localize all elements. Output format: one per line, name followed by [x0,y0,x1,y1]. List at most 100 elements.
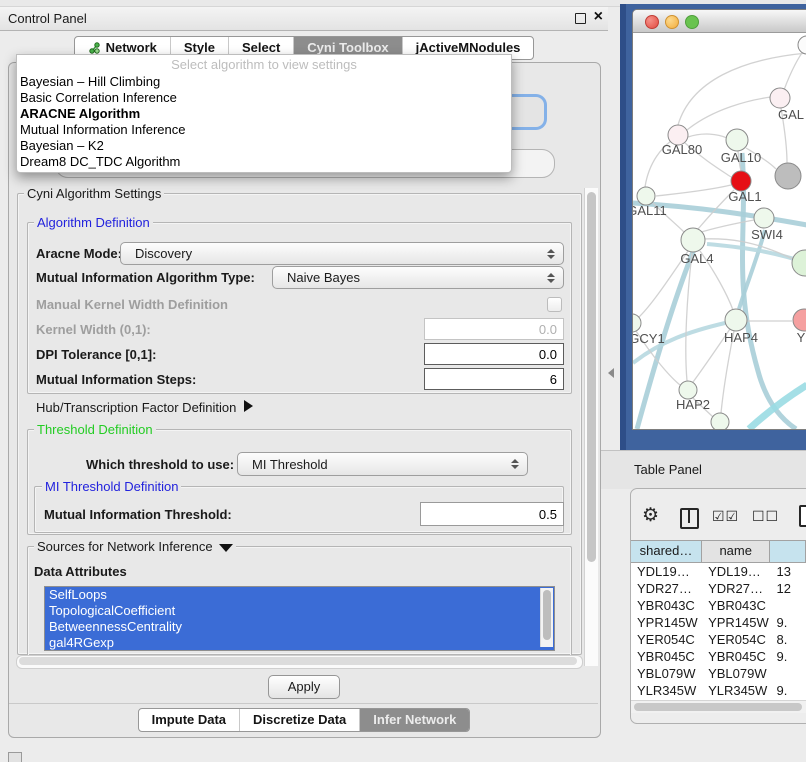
settings-hscroll-thumb[interactable] [19,657,577,665]
mi-threshold-group-title: MI Threshold Definition [42,479,181,494]
dropdown-item[interactable]: Mutual Information Inference [17,122,511,138]
dropdown-placeholder: Select algorithm to view settings [17,55,511,74]
zoom-traffic-light-icon[interactable] [685,15,699,29]
collapsed-panel-icon[interactable] [8,752,22,762]
attributes-list-scrollbar[interactable] [540,588,553,647]
table-column-header[interactable]: shared… [631,541,702,562]
network-node-gal10[interactable] [726,129,748,151]
network-window-titlebar[interactable] [633,10,806,33]
table-cell [771,597,806,614]
network-node-swi4[interactable] [754,208,774,228]
table-row[interactable]: YBR043CYBR043C [631,597,806,614]
select-all-icon[interactable]: ☑☑ [712,508,739,525]
splitter-collapse-icon[interactable] [608,368,614,378]
attributes-scrollbar-thumb[interactable] [543,590,551,640]
network-edge [749,385,806,429]
network-node-gal4[interactable] [681,228,705,252]
dropdown-item[interactable]: Bayesian – Hill Climbing [17,74,511,90]
attribute-list-item[interactable]: SelfLoops [45,587,554,603]
network-icon [88,42,101,55]
table-cell: YLR345W [702,682,770,699]
dropdown-item[interactable]: Dream8 DC_TDC Algorithm [17,154,511,170]
hub-definition-label: Hub/Transcription Factor Definition [36,400,236,415]
bottom-tab-impute-data[interactable]: Impute Data [139,709,239,731]
kernel-width-field[interactable]: 0.0 [424,318,564,340]
table-hscroll-thumb[interactable] [634,703,802,711]
apply-button[interactable]: Apply [268,675,340,699]
bottom-tab-infer-network[interactable]: Infer Network [359,709,469,731]
table-cell: YBR043C [702,597,770,614]
network-node-y[interactable] [793,309,806,331]
dropdown-item[interactable]: ARACNE Algorithm [17,106,511,122]
attribute-list-item[interactable]: TopologicalCoefficient [45,603,554,619]
dpi-tolerance-field[interactable]: 0.0 [424,343,564,365]
table-cell: YER054C [631,631,702,648]
manual-kernel-checkbox[interactable] [547,297,562,312]
collapse-arrow-icon [219,544,233,552]
table-column-header[interactable] [770,541,806,562]
network-node-gal1[interactable] [731,171,751,191]
mi-type-combo[interactable]: Naive Bayes [272,266,564,289]
combo-stepper-icon [547,249,555,259]
mi-steps-field[interactable]: 6 [424,368,564,390]
mi-steps-label: Mutual Information Steps: [36,372,196,387]
network-edge [688,134,727,138]
network-node-label: GAL [778,107,804,122]
table-row[interactable]: YPR145WYPR145W9. [631,614,806,631]
close-traffic-light-icon[interactable] [645,15,659,29]
table-header-row: shared…name [631,540,806,563]
float-window-icon[interactable] [575,13,586,24]
hub-definition-expander[interactable]: Hub/Transcription Factor Definition [36,400,253,415]
network-node-label: GCY1 [633,331,665,346]
minimize-traffic-light-icon[interactable] [665,15,679,29]
settings-vscroll-thumb[interactable] [587,192,596,562]
dropdown-item[interactable]: Basic Correlation Inference [17,90,511,106]
table-row[interactable]: YLR345WYLR345W9. [631,682,806,699]
columns-icon[interactable] [680,508,699,529]
table-row[interactable]: YDR27…YDR27…12 [631,580,806,597]
settings-horizontal-scrollbar[interactable] [16,655,583,669]
control-panel-title: Control Panel [8,11,87,26]
control-panel-titlebar: Control Panel × [0,7,608,31]
table-row[interactable]: YBL079WYBL079W [631,665,806,682]
clear-all-icon[interactable]: ☐☐ [752,508,779,525]
dpi-tolerance-label: DPI Tolerance [0,1]: [36,347,156,362]
sources-group-header[interactable]: Sources for Network Inference [34,539,236,554]
table-row[interactable]: YER054CYER054C8. [631,631,806,648]
gear-icon[interactable]: ⚙ [642,504,659,527]
network-node[interactable] [775,163,801,189]
table-column-header[interactable]: name [702,541,770,562]
application-window: Control Panel × NetworkStyleSelectCyni T… [0,0,806,762]
tab-label: Discretize Data [253,709,346,731]
network-node[interactable] [711,413,729,429]
table-horizontal-scrollbar[interactable] [631,700,806,713]
network-edge [687,97,771,130]
settings-vertical-scrollbar[interactable] [584,188,598,666]
aracne-mode-label: Aracne Mode: [36,246,122,261]
network-edge [698,220,754,233]
network-node-gal[interactable] [770,88,790,108]
mi-type-value: Naive Bayes [287,270,360,285]
bottom-tab-discretize-data[interactable]: Discretize Data [239,709,359,731]
table-cell: YDR27… [631,580,702,597]
mi-type-label: Mutual Information Algorithm Type: [36,270,255,285]
table-cell: YER054C [702,631,770,648]
network-canvas[interactable]: GALGAL80GAL10GAL1GAL11SWI4GAL4GCY1HAP4YH… [633,32,806,429]
network-node-label: GAL80 [662,142,702,157]
attribute-list-item[interactable]: BetweennessCentrality [45,619,554,635]
dropdown-item[interactable]: Bayesian – K2 [17,138,511,154]
aracne-mode-combo[interactable]: Discovery [120,242,564,265]
network-node[interactable] [792,250,806,276]
which-threshold-combo[interactable]: MI Threshold [237,452,528,476]
table-row[interactable]: YDL19…YDL19…13 [631,563,806,580]
network-node[interactable] [798,36,806,54]
network-node-hap4[interactable] [725,309,747,331]
network-node-label: GAL4 [680,251,713,266]
table-row[interactable]: YBR045CYBR045C9. [631,648,806,665]
mi-threshold-field[interactable]: 0.5 [420,502,564,526]
table-cell: YBL079W [702,665,770,682]
cyni-settings-group-title: Cyni Algorithm Settings [24,186,164,201]
file-icon[interactable] [799,505,806,527]
attribute-list-item[interactable]: gal4RGexp [45,635,554,651]
close-icon[interactable]: × [594,8,603,26]
